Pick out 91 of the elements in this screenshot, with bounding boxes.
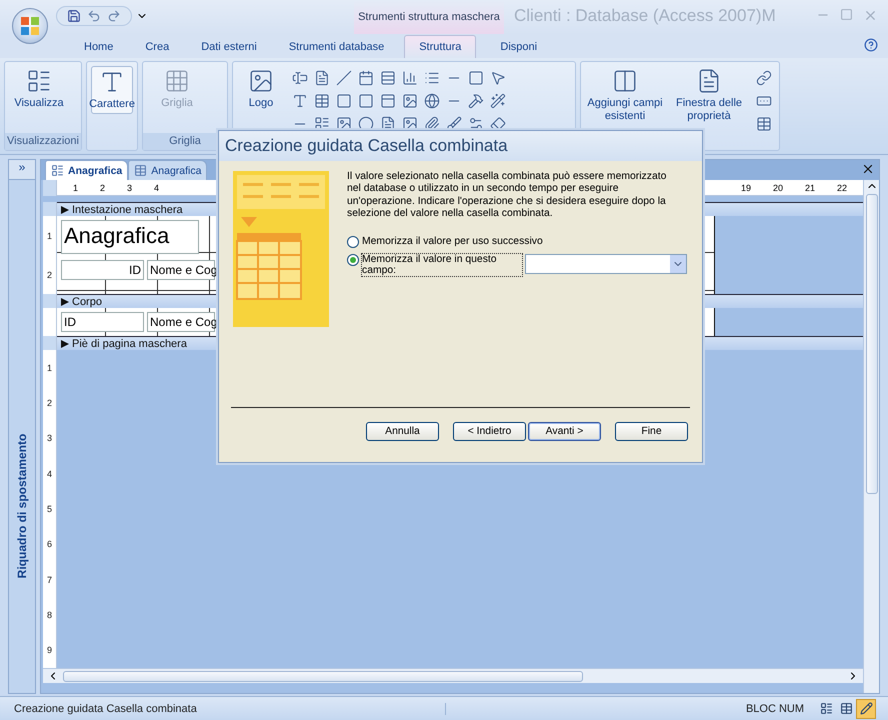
form-icon [51,164,64,177]
grid-icon [164,68,190,94]
ribbon-tab[interactable]: Home [70,36,128,58]
save-icon[interactable] [67,9,81,23]
table-icon[interactable] [314,92,330,108]
form-title-label[interactable]: Anagrafica [61,220,199,254]
datasheet-view-icon [840,702,852,715]
ruler-number: 3 [127,182,132,192]
tab-icon[interactable] [380,92,396,108]
image-icon[interactable] [402,92,418,108]
ribbon-tab[interactable]: Strumenti database [274,36,398,58]
document-tab[interactable]: Anagrafica [45,160,128,180]
num-lock-indicator: BLOC NUM [746,702,805,714]
wand-icon[interactable] [490,92,506,108]
ruler-number: 8 [46,610,52,620]
section-marker-icon [61,340,69,348]
close-icon[interactable] [861,162,875,176]
dialog-button[interactable]: Annulla [366,422,439,441]
ribbon-button[interactable]: Visualizza [9,66,69,112]
line-icon[interactable] [336,70,352,86]
design-view-icon [860,702,872,715]
add-fields-icon [612,68,638,94]
scrollbar-thumb[interactable] [866,194,878,494]
font-icon[interactable] [292,92,308,108]
ruler-number: 1 [46,362,52,373]
radio-button[interactable] [347,254,359,266]
ribbon-tab[interactable]: Struttura [404,35,476,58]
group-label: Visualizzazioni [5,133,81,150]
field-combo-box[interactable] [525,254,687,274]
section-marker-icon [61,298,69,306]
section-marker-icon [61,206,69,214]
rectangle-icon[interactable] [336,92,352,108]
section-label: Intestazione maschera [72,204,183,216]
ruler-number: 2 [46,270,52,280]
ribbon-button[interactable]: Aggiungi campi esistenti [585,66,665,125]
scrollbar-thumb[interactable] [63,670,583,682]
ruler-number: 5 [46,504,52,514]
ruler-number: 6 [46,539,52,550]
ruler-number: 3 [46,433,52,444]
ribbon-button[interactable]: Finestra delle proprietà [669,66,749,125]
dialog-button[interactable]: Fine [615,422,688,441]
text-box-icon[interactable] [292,70,308,86]
form-view-icon [820,702,832,715]
undo-icon[interactable] [87,9,101,23]
ruler-number: 1 [46,230,52,240]
ribbon-tab[interactable]: Crea [131,36,184,58]
ribbon-button[interactable]: Logo [237,66,285,112]
table-icon [134,164,148,177]
section-label: Corpo [72,296,102,308]
form-text-box[interactable]: ID [61,312,144,332]
tools-icon[interactable] [468,92,484,108]
ribbon-tab[interactable]: Disponi [486,36,552,58]
dialog-button[interactable]: < Indietro [453,422,526,441]
help-icon[interactable] [864,38,878,52]
section-label: Piè di pagina maschera [72,338,187,350]
ruler-number: 19 [740,182,751,192]
status-text: Creazione guidata Casella combinata [14,702,446,714]
globe-icon[interactable] [424,92,440,108]
form-view-icon [26,68,52,94]
ruler-number: 20 [772,182,783,192]
expand-button[interactable]: » [9,160,35,180]
ruler-number: 2 [46,398,52,408]
dialog-button[interactable]: Avanti > [528,422,601,441]
dialog-title: Creazione guidata Casella combinata [219,131,702,161]
office-logo-icon [20,16,40,36]
ruler-number: 1 [73,182,78,192]
office-button[interactable] [12,8,48,44]
logo-image-icon [248,68,274,94]
option-label[interactable]: Memorizza il valore per uso successivo [362,236,582,248]
table-icon[interactable] [756,116,772,132]
window-title: Clienti : Database (Access 2007)M [514,6,776,26]
ruler-number: 4 [46,468,52,479]
ribbon-tab[interactable]: Dati esterni [187,36,271,58]
document-tab[interactable]: Anagrafica [128,160,208,180]
form-label[interactable]: ID [61,260,144,280]
ruler-number: 7 [46,574,52,585]
ruler-number: 2 [100,182,106,192]
ribbon-button[interactable]: Carattere [91,66,133,114]
ruler-number: 22 [836,182,847,192]
pointer-icon[interactable] [490,70,506,86]
ruler-number: 4 [154,182,160,192]
option-label[interactable]: Memorizza il valore in questo campo: [362,254,522,276]
redo-icon[interactable] [107,9,121,23]
ruler-number: 21 [804,182,815,192]
navigation-pane-label[interactable]: Riquadro di spostamento [15,434,29,578]
description-text: Il valore selezionato nella casella combinata può essere memorizzato nel database o utilizzato in un secondo tempo per eseguire un'operazione. Indicare l'operazione che si desidera eseguire dopo la selezione del valore nella casella combinata. [347,171,668,220]
view-button[interactable] [856,698,876,718]
radio-button[interactable] [347,236,359,248]
chart-icon[interactable] [402,70,418,86]
ruler-number: 9 [46,645,52,656]
link-icon[interactable] [756,70,772,86]
